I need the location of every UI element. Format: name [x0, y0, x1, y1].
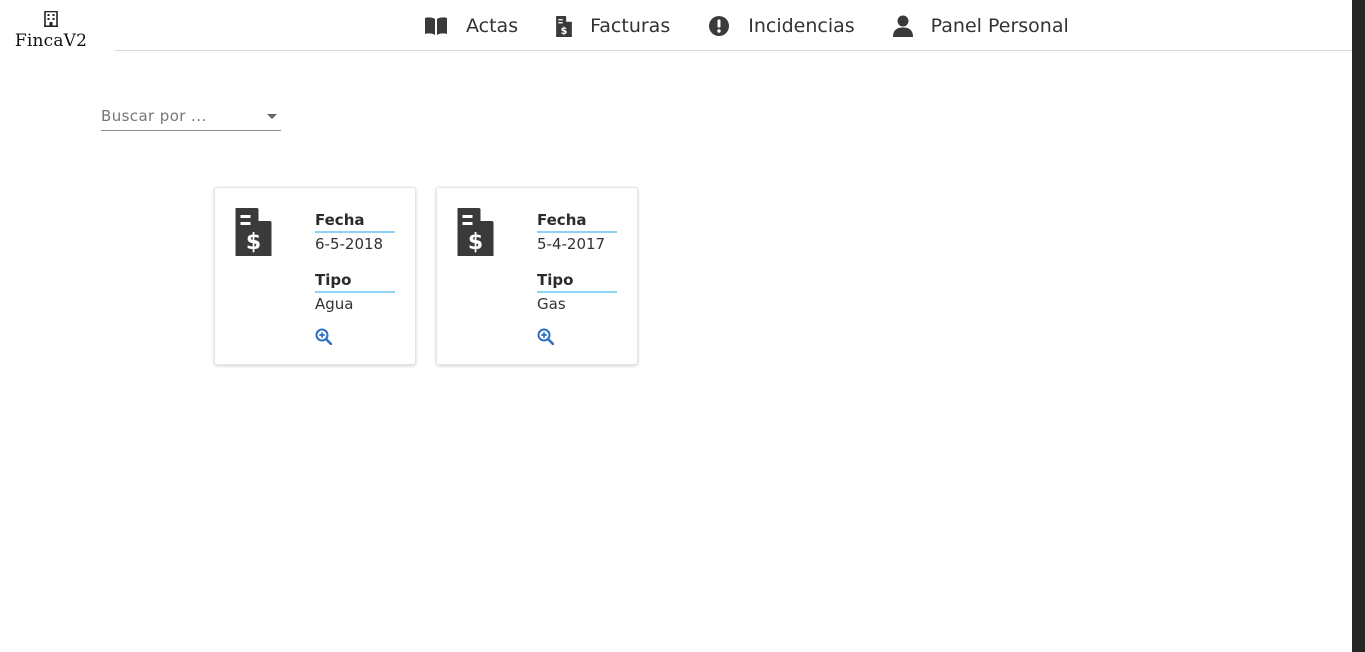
- svg-text:$: $: [468, 230, 483, 255]
- fecha-value: 5-4-2017: [537, 235, 606, 253]
- invoice-file-icon: $: [235, 208, 272, 256]
- building-icon: [44, 11, 58, 27]
- book-icon: [425, 17, 447, 35]
- nav-item-actas[interactable]: Actas: [424, 15, 518, 37]
- fecha-value: 6-5-2018: [315, 235, 384, 253]
- card-fields: Fecha 5-4-2017 Tipo Gas: [537, 211, 617, 314]
- header-divider: [115, 50, 1352, 51]
- invoice-card: $ Fecha 6-5-2018 Tipo Agua: [214, 187, 416, 365]
- card-fields: Fecha 6-5-2018 Tipo Agua: [315, 211, 395, 314]
- search-select[interactable]: Buscar por ...: [101, 104, 281, 131]
- exclamation-circle-icon: [709, 16, 730, 36]
- fecha-label: Fecha: [537, 211, 617, 233]
- user-icon: [892, 15, 913, 37]
- invoice-card-list: $ Fecha 6-5-2018 Tipo Agua $ Fecha 5-4-2…: [214, 187, 658, 365]
- tipo-label: Tipo: [315, 271, 395, 293]
- nav-item-incidencias[interactable]: Incidencias: [708, 15, 855, 37]
- nav-label-actas: Actas: [466, 15, 519, 37]
- page: FincaV2 Actas $ Facturas Incidencias Pan…: [0, 0, 1365, 652]
- zoom-in-icon[interactable]: [537, 328, 554, 345]
- fecha-label: Fecha: [315, 211, 395, 233]
- invoice-file-icon: $: [457, 208, 494, 256]
- caret-down-icon: [267, 114, 277, 119]
- tipo-value: Agua: [315, 295, 354, 313]
- invoice-file-icon: $: [556, 15, 572, 37]
- svg-text:$: $: [246, 230, 261, 255]
- nav-label-incidencias: Incidencias: [748, 15, 855, 37]
- zoom-in-icon[interactable]: [315, 328, 332, 345]
- nav-label-facturas: Facturas: [590, 15, 671, 37]
- search-placeholder: Buscar por ...: [101, 107, 207, 125]
- invoice-card: $ Fecha 5-4-2017 Tipo Gas: [436, 187, 638, 365]
- main-nav: Actas $ Facturas Incidencias Panel Perso…: [424, 10, 1107, 42]
- tipo-value: Gas: [537, 295, 566, 313]
- svg-text:$: $: [561, 25, 568, 36]
- tipo-label: Tipo: [537, 271, 617, 293]
- scrollbar[interactable]: [1352, 0, 1365, 652]
- nav-item-facturas[interactable]: $ Facturas: [556, 15, 670, 37]
- brand-name: FincaV2: [14, 31, 88, 51]
- nav-label-panel-personal: Panel Personal: [930, 15, 1069, 37]
- nav-item-panel-personal[interactable]: Panel Personal: [892, 15, 1069, 37]
- brand[interactable]: FincaV2: [10, 11, 92, 51]
